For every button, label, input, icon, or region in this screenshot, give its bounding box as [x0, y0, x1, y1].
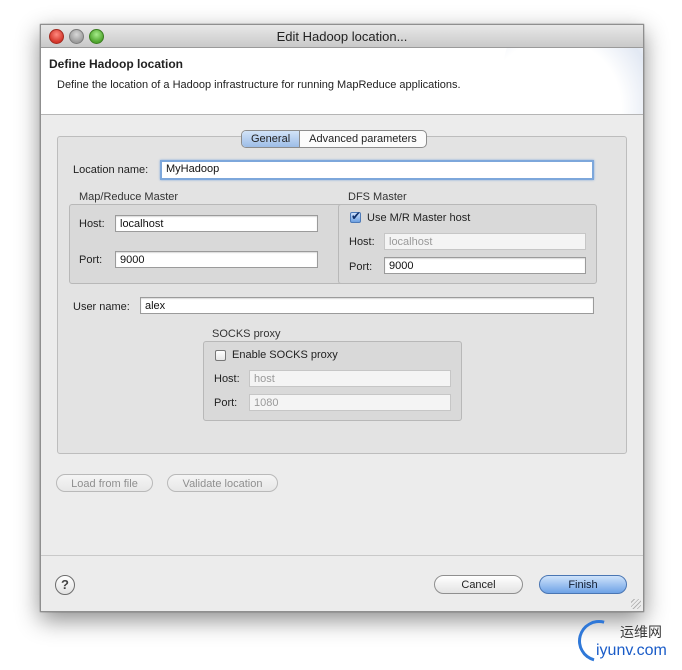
header-title: Define Hadoop location [49, 57, 184, 71]
watermark-chinese-text: 运维网 [620, 625, 662, 641]
tab-advanced-parameters[interactable]: Advanced parameters [300, 131, 426, 147]
help-icon[interactable]: ? [55, 575, 75, 595]
user-name-input[interactable]: alex [140, 297, 594, 314]
use-mr-master-host-label[interactable]: Use M/R Master host [367, 212, 470, 224]
enable-socks-proxy-checkbox[interactable] [215, 350, 226, 361]
use-mr-master-host-checkbox[interactable] [350, 209, 361, 223]
window-title: Edit Hadoop location... [276, 29, 408, 44]
resize-grip-icon[interactable] [631, 599, 641, 609]
watermark-logo: 运维网 iyunv.com [570, 612, 682, 670]
dfs-port-input[interactable]: 9000 [384, 257, 586, 274]
dfs-port-label: Port: [349, 261, 373, 273]
tab-bar: General Advanced parameters [241, 130, 427, 148]
dfs-host-label: Host: [349, 236, 375, 248]
header-banner-graphic [503, 48, 643, 114]
mr-host-input[interactable]: localhost [115, 215, 318, 232]
load-from-file-button[interactable]: Load from file [56, 474, 153, 492]
edit-hadoop-location-dialog: Edit Hadoop location... Define Hadoop lo… [40, 24, 644, 612]
mr-port-input[interactable]: 9000 [115, 251, 318, 268]
dfs-master-title: DFS Master [348, 191, 407, 203]
cancel-button[interactable]: Cancel [434, 575, 523, 594]
tab-general[interactable]: General [242, 131, 301, 147]
enable-socks-proxy-label[interactable]: Enable SOCKS proxy [232, 349, 338, 361]
dfs-host-input: localhost [384, 233, 586, 250]
mr-host-label: Host: [79, 218, 105, 230]
location-name-label: Location name: [73, 164, 149, 176]
location-name-input[interactable]: MyHadoop [160, 160, 594, 180]
socks-host-label: Host: [214, 373, 240, 385]
mr-port-label: Port: [79, 254, 103, 266]
user-name-label: User name: [73, 301, 130, 313]
socks-host-input: host [249, 370, 451, 387]
finish-button[interactable]: Finish [539, 575, 627, 594]
mr-master-title: Map/Reduce Master [79, 191, 179, 203]
socks-port-input: 1080 [249, 394, 451, 411]
header-description: Define the location of a Hadoop infrastr… [57, 79, 461, 91]
validate-location-button[interactable]: Validate location [167, 474, 278, 492]
footer-divider [41, 555, 643, 556]
watermark-url: iyunv.com [596, 642, 667, 659]
socks-port-label: Port: [214, 397, 238, 409]
title-bar[interactable]: Edit Hadoop location... [41, 25, 643, 48]
socks-proxy-title: SOCKS proxy [212, 328, 281, 340]
wizard-header: Define Hadoop location Define the locati… [41, 48, 643, 115]
